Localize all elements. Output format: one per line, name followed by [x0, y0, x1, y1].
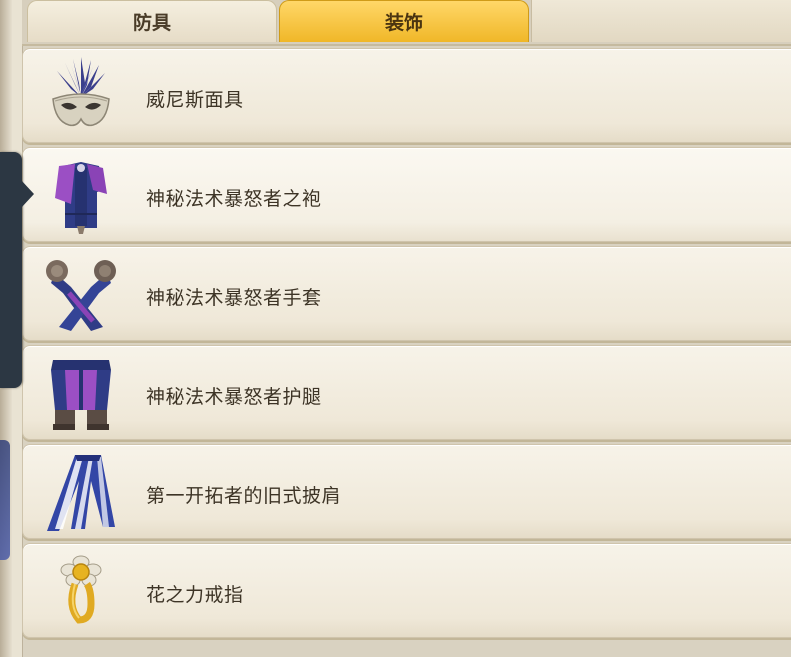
- flower-ring-icon: [41, 550, 121, 632]
- category-tabbar: 防具 装饰: [22, 0, 791, 46]
- list-item[interactable]: 第一开拓者的旧式披肩: [22, 444, 791, 539]
- equipment-list: 威尼斯面具 神秘法术暴怒者之袍 神秘法术暴怒者手套 神秘法术暴怒者护腿 第一开拓…: [22, 48, 791, 642]
- tab-accessory[interactable]: 装饰: [279, 0, 529, 42]
- tab-accessory-label: 装饰: [384, 12, 423, 34]
- robe-icon: [41, 154, 121, 236]
- shawl-icon: [41, 451, 121, 533]
- gloves-icon: [41, 253, 121, 335]
- tab-armor-label: 防具: [132, 12, 171, 34]
- list-item-selected[interactable]: 神秘法术暴怒者之袍: [22, 147, 791, 242]
- item-name: 神秘法术暴怒者之袍: [146, 188, 322, 210]
- item-name: 威尼斯面具: [146, 89, 244, 111]
- item-name: 神秘法术暴怒者护腿: [146, 386, 322, 408]
- venetian-mask-icon: [41, 55, 121, 137]
- leggings-icon: [41, 352, 121, 434]
- tabbar-empty-area: [531, 0, 791, 42]
- tab-armor[interactable]: 防具: [27, 0, 277, 42]
- list-item[interactable]: 神秘法术暴怒者手套: [22, 246, 791, 341]
- list-item[interactable]: 威尼斯面具: [22, 48, 791, 143]
- background-art: [0, 440, 10, 560]
- list-item[interactable]: 神秘法术暴怒者护腿: [22, 345, 791, 440]
- item-name: 第一开拓者的旧式披肩: [146, 485, 342, 507]
- item-name: 花之力戒指: [146, 584, 244, 606]
- item-name: 神秘法术暴怒者手套: [146, 287, 322, 309]
- selection-pointer: [0, 152, 34, 388]
- list-item[interactable]: 花之力戒指: [22, 543, 791, 638]
